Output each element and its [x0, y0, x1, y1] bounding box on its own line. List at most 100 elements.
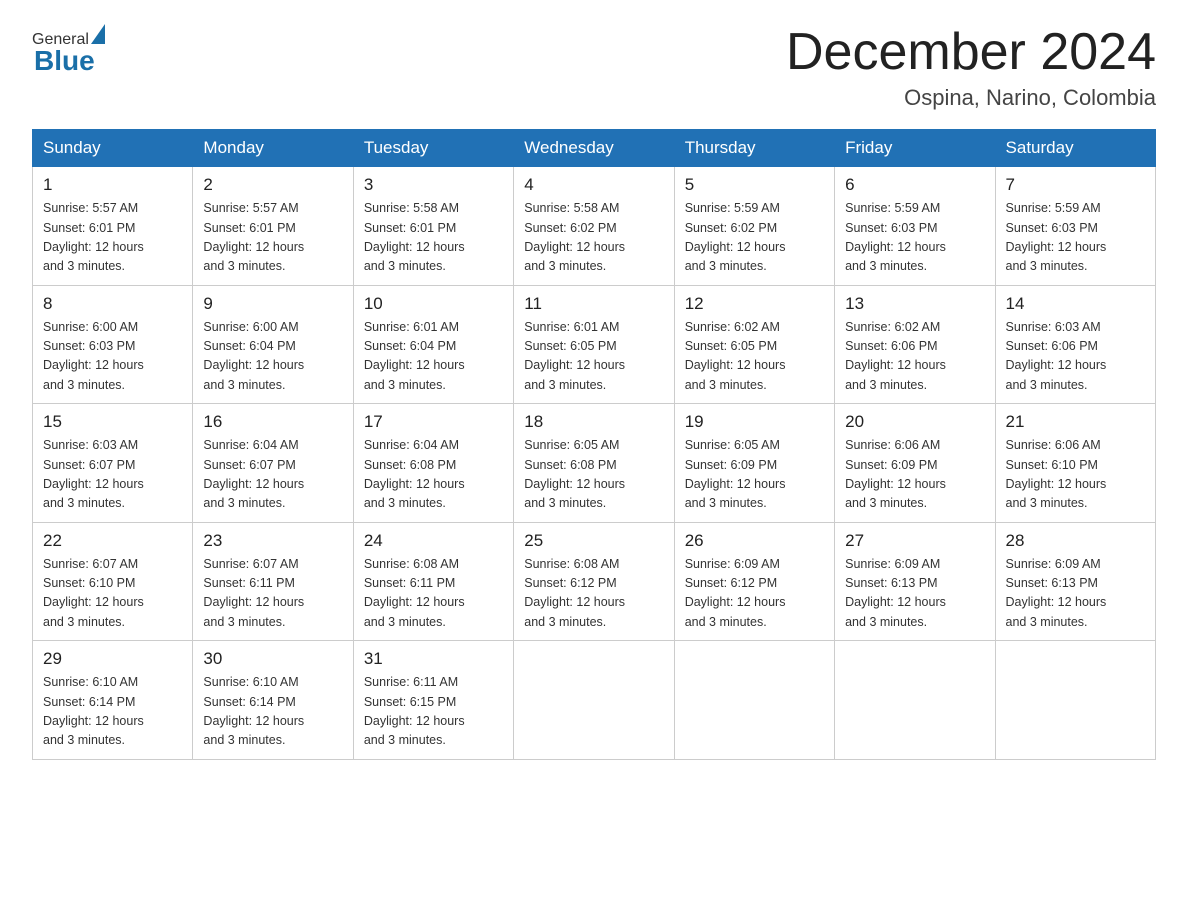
day-info: Sunrise: 6:06 AMSunset: 6:09 PMDaylight:… — [845, 438, 946, 510]
calendar-cell: 18Sunrise: 6:05 AMSunset: 6:08 PMDayligh… — [514, 404, 674, 523]
calendar-cell: 15 Sunrise: 6:03 AMSunset: 6:07 PMDayligh… — [33, 404, 193, 523]
day-info: Sunrise: 5:59 AMSunset: 6:03 PMDaylight:… — [845, 201, 946, 273]
logo-triangle-icon — [91, 24, 105, 44]
calendar-cell: 22 Sunrise: 6:07 AMSunset: 6:10 PMDayligh… — [33, 522, 193, 641]
calendar-week-row: 15 Sunrise: 6:03 AMSunset: 6:07 PMDayligh… — [33, 404, 1156, 523]
day-number: 26 — [685, 531, 824, 551]
calendar-cell — [674, 641, 834, 760]
calendar-cell: 25 Sunrise: 6:08 AMSunset: 6:12 PMDayligh… — [514, 522, 674, 641]
calendar-cell: 11Sunrise: 6:01 AMSunset: 6:05 PMDayligh… — [514, 285, 674, 404]
day-info: Sunrise: 6:10 AMSunset: 6:14 PMDaylight:… — [203, 675, 304, 747]
calendar-cell: 19 Sunrise: 6:05 AMSunset: 6:09 PMDayligh… — [674, 404, 834, 523]
day-info: Sunrise: 6:06 AMSunset: 6:10 PMDaylight:… — [1006, 438, 1107, 510]
logo: General Blue — [32, 24, 105, 77]
calendar-cell: 7 Sunrise: 5:59 AMSunset: 6:03 PMDaylight… — [995, 167, 1155, 286]
logo-blue-text: Blue — [32, 45, 95, 77]
day-info: Sunrise: 6:03 AMSunset: 6:07 PMDaylight:… — [43, 438, 144, 510]
day-number: 12 — [685, 294, 824, 314]
day-number: 4 — [524, 175, 663, 195]
day-info: Sunrise: 5:58 AMSunset: 6:02 PMDaylight:… — [524, 201, 625, 273]
calendar-cell: 31 Sunrise: 6:11 AMSunset: 6:15 PMDayligh… — [353, 641, 513, 760]
page-header: General Blue December 2024 Ospina, Narin… — [32, 24, 1156, 111]
day-number: 31 — [364, 649, 503, 669]
calendar-cell: 26 Sunrise: 6:09 AMSunset: 6:12 PMDayligh… — [674, 522, 834, 641]
calendar-cell — [514, 641, 674, 760]
calendar-cell: 30 Sunrise: 6:10 AMSunset: 6:14 PMDayligh… — [193, 641, 353, 760]
day-number: 10 — [364, 294, 503, 314]
calendar-cell: 14 Sunrise: 6:03 AMSunset: 6:06 PMDayligh… — [995, 285, 1155, 404]
day-number: 23 — [203, 531, 342, 551]
day-info: Sunrise: 6:01 AMSunset: 6:04 PMDaylight:… — [364, 320, 465, 392]
day-number: 2 — [203, 175, 342, 195]
day-number: 22 — [43, 531, 182, 551]
col-header-thursday: Thursday — [674, 130, 834, 167]
col-header-wednesday: Wednesday — [514, 130, 674, 167]
day-info: Sunrise: 6:09 AMSunset: 6:13 PMDaylight:… — [845, 557, 946, 629]
day-number: 5 — [685, 175, 824, 195]
day-number: 19 — [685, 412, 824, 432]
day-number: 6 — [845, 175, 984, 195]
calendar-cell: 20Sunrise: 6:06 AMSunset: 6:09 PMDayligh… — [835, 404, 995, 523]
day-info: Sunrise: 6:07 AMSunset: 6:10 PMDaylight:… — [43, 557, 144, 629]
calendar-cell: 10 Sunrise: 6:01 AMSunset: 6:04 PMDayligh… — [353, 285, 513, 404]
title-section: December 2024 Ospina, Narino, Colombia — [786, 24, 1156, 111]
day-number: 3 — [364, 175, 503, 195]
day-number: 9 — [203, 294, 342, 314]
calendar-cell: 6 Sunrise: 5:59 AMSunset: 6:03 PMDaylight… — [835, 167, 995, 286]
day-info: Sunrise: 6:11 AMSunset: 6:15 PMDaylight:… — [364, 675, 465, 747]
calendar-cell: 3Sunrise: 5:58 AMSunset: 6:01 PMDaylight… — [353, 167, 513, 286]
day-number: 28 — [1006, 531, 1145, 551]
day-number: 25 — [524, 531, 663, 551]
calendar-cell: 21 Sunrise: 6:06 AMSunset: 6:10 PMDayligh… — [995, 404, 1155, 523]
calendar-cell: 12 Sunrise: 6:02 AMSunset: 6:05 PMDayligh… — [674, 285, 834, 404]
calendar-week-row: 1Sunrise: 5:57 AMSunset: 6:01 PMDaylight… — [33, 167, 1156, 286]
day-info: Sunrise: 6:02 AMSunset: 6:06 PMDaylight:… — [845, 320, 946, 392]
day-info: Sunrise: 6:08 AMSunset: 6:11 PMDaylight:… — [364, 557, 465, 629]
day-number: 17 — [364, 412, 503, 432]
day-number: 24 — [364, 531, 503, 551]
calendar-cell: 1Sunrise: 5:57 AMSunset: 6:01 PMDaylight… — [33, 167, 193, 286]
day-info: Sunrise: 6:00 AMSunset: 6:04 PMDaylight:… — [203, 320, 304, 392]
col-header-sunday: Sunday — [33, 130, 193, 167]
calendar-cell: 17 Sunrise: 6:04 AMSunset: 6:08 PMDayligh… — [353, 404, 513, 523]
day-info: Sunrise: 6:07 AMSunset: 6:11 PMDaylight:… — [203, 557, 304, 629]
calendar-cell: 28 Sunrise: 6:09 AMSunset: 6:13 PMDayligh… — [995, 522, 1155, 641]
day-info: Sunrise: 5:57 AMSunset: 6:01 PMDaylight:… — [43, 201, 144, 273]
calendar-cell: 9 Sunrise: 6:00 AMSunset: 6:04 PMDaylight… — [193, 285, 353, 404]
col-header-saturday: Saturday — [995, 130, 1155, 167]
day-info: Sunrise: 6:05 AMSunset: 6:09 PMDaylight:… — [685, 438, 786, 510]
day-number: 27 — [845, 531, 984, 551]
calendar-cell — [995, 641, 1155, 760]
day-info: Sunrise: 6:03 AMSunset: 6:06 PMDaylight:… — [1006, 320, 1107, 392]
day-info: Sunrise: 6:05 AMSunset: 6:08 PMDaylight:… — [524, 438, 625, 510]
calendar-cell: 4 Sunrise: 5:58 AMSunset: 6:02 PMDaylight… — [514, 167, 674, 286]
day-info: Sunrise: 5:59 AMSunset: 6:03 PMDaylight:… — [1006, 201, 1107, 273]
calendar-cell: 23 Sunrise: 6:07 AMSunset: 6:11 PMDayligh… — [193, 522, 353, 641]
col-header-tuesday: Tuesday — [353, 130, 513, 167]
day-info: Sunrise: 6:10 AMSunset: 6:14 PMDaylight:… — [43, 675, 144, 747]
day-number: 13 — [845, 294, 984, 314]
day-info: Sunrise: 5:59 AMSunset: 6:02 PMDaylight:… — [685, 201, 786, 273]
calendar-cell: 2 Sunrise: 5:57 AMSunset: 6:01 PMDaylight… — [193, 167, 353, 286]
day-number: 15 — [43, 412, 182, 432]
col-header-monday: Monday — [193, 130, 353, 167]
location-title: Ospina, Narino, Colombia — [786, 85, 1156, 111]
calendar-week-row: 8Sunrise: 6:00 AMSunset: 6:03 PMDaylight… — [33, 285, 1156, 404]
col-header-friday: Friday — [835, 130, 995, 167]
day-info: Sunrise: 6:01 AMSunset: 6:05 PMDaylight:… — [524, 320, 625, 392]
day-number: 21 — [1006, 412, 1145, 432]
day-info: Sunrise: 6:04 AMSunset: 6:07 PMDaylight:… — [203, 438, 304, 510]
day-number: 14 — [1006, 294, 1145, 314]
calendar-cell: 24 Sunrise: 6:08 AMSunset: 6:11 PMDayligh… — [353, 522, 513, 641]
calendar-table: SundayMondayTuesdayWednesdayThursdayFrid… — [32, 129, 1156, 760]
day-info: Sunrise: 6:08 AMSunset: 6:12 PMDaylight:… — [524, 557, 625, 629]
day-info: Sunrise: 6:09 AMSunset: 6:13 PMDaylight:… — [1006, 557, 1107, 629]
calendar-header-row: SundayMondayTuesdayWednesdayThursdayFrid… — [33, 130, 1156, 167]
day-info: Sunrise: 6:04 AMSunset: 6:08 PMDaylight:… — [364, 438, 465, 510]
day-info: Sunrise: 6:09 AMSunset: 6:12 PMDaylight:… — [685, 557, 786, 629]
day-number: 30 — [203, 649, 342, 669]
day-info: Sunrise: 5:57 AMSunset: 6:01 PMDaylight:… — [203, 201, 304, 273]
day-number: 8 — [43, 294, 182, 314]
day-number: 7 — [1006, 175, 1145, 195]
day-info: Sunrise: 6:02 AMSunset: 6:05 PMDaylight:… — [685, 320, 786, 392]
